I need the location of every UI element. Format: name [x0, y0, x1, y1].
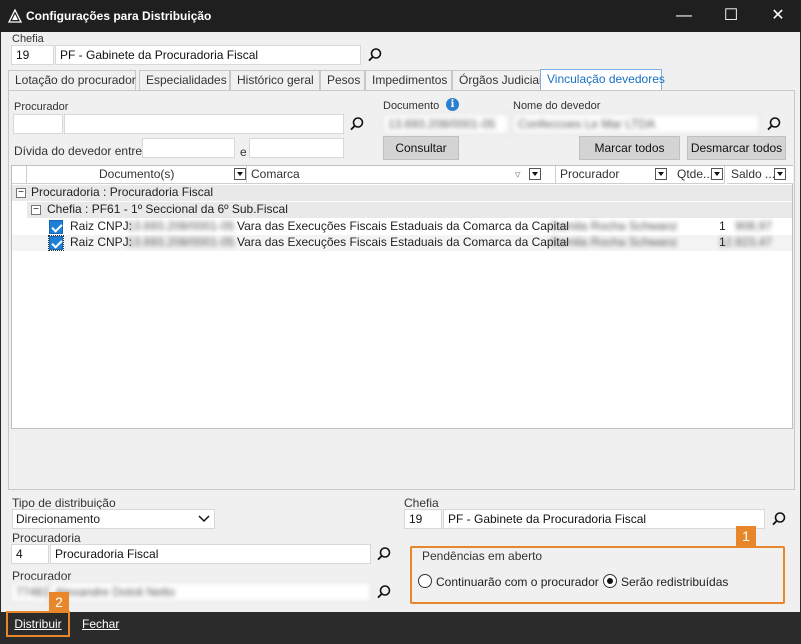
search-icon[interactable]	[765, 115, 783, 133]
documento-label: Documento	[383, 100, 440, 112]
radio-redistribuidas[interactable]	[603, 574, 617, 588]
row-qtde: 1	[719, 219, 726, 233]
row-procurador: Camila Rocha Schwanz	[550, 219, 678, 233]
row-doc: 13.693.208/0001-05	[127, 235, 235, 249]
procuradoria-label: Procuradoria	[12, 531, 81, 545]
procurador-name-input[interactable]	[64, 114, 344, 134]
annotation-badge-1: 1	[736, 526, 756, 546]
tab-orgaos[interactable]: Órgãos Judiciais	[452, 70, 548, 90]
chefia-label: Chefia	[12, 33, 44, 45]
row-doc-prefix: Raiz CNPJ:	[70, 219, 133, 233]
grid-header-comarca-label: Comarca	[251, 167, 300, 181]
devedores-grid: Documento(s) Comarca ▿ Procurador Qtde..…	[11, 165, 793, 429]
chefia-name-input[interactable]: PF - Gabinete da Procuradoria Fiscal	[55, 45, 361, 65]
group-row-procuradoria[interactable]: − Procuradoria : Procuradoria Fiscal	[12, 185, 792, 201]
minimize-button[interactable]: —	[661, 0, 707, 32]
tipo-distribuicao-label: Tipo de distribuição	[12, 496, 116, 510]
title-bar: Configurações para Distribuição — ☐ ✕	[0, 0, 801, 32]
row-checkbox[interactable]	[48, 235, 64, 251]
grid-header-documentos[interactable]: Documento(s)	[27, 166, 247, 184]
nome-devedor-input[interactable]: Confeccoes Le Mar LTDA	[513, 114, 760, 134]
tab-especialidades[interactable]: Especialidades	[139, 70, 230, 90]
radio-continuarao-label[interactable]: Continuarão com o procurador	[436, 575, 599, 589]
divida-and-label: e	[240, 145, 247, 159]
radio-redistribuidas-label[interactable]: Serão redistribuídas	[621, 575, 728, 589]
grid-header-spacer	[12, 166, 27, 184]
annotation-badge-2: 2	[49, 592, 69, 612]
app-logo-icon	[8, 9, 22, 23]
group-row-chefia[interactable]: − Chefia : PF61 - 1º Seccional da 6º Sub…	[27, 202, 792, 218]
desmarcar-todos-button[interactable]: Desmarcar todos	[687, 136, 786, 160]
divida-from-input[interactable]	[142, 138, 235, 158]
grid-header-qtde-label: Qtde...	[677, 167, 714, 181]
row-saldo: 12.823,47	[718, 235, 772, 249]
collapse-icon[interactable]: −	[16, 188, 26, 198]
collapse-icon[interactable]: −	[31, 205, 41, 215]
grid-header-saldo-label: Saldo ...	[731, 167, 776, 181]
table-row[interactable]: Raiz CNPJ: 13.693.208/0001-05 Vara das E…	[12, 219, 792, 235]
row-saldo: 908,97	[735, 219, 772, 233]
tab-pesos[interactable]: Pesos	[320, 70, 365, 90]
tab-vinculacao[interactable]: Vinculação devedores	[540, 69, 665, 90]
row-procurador: Camila Rocha Schwanz	[550, 235, 678, 249]
close-button[interactable]: ✕	[755, 0, 801, 32]
documento-input[interactable]: 13.693.208/0001-05	[383, 114, 509, 134]
group-procuradoria-label: Procuradoria : Procuradoria Fiscal	[31, 185, 214, 199]
radio-continuarao[interactable]	[418, 574, 432, 588]
row-doc-prefix: Raiz CNPJ:	[70, 235, 133, 249]
chevron-down-icon[interactable]	[655, 168, 667, 180]
chefia-code-input[interactable]: 19	[11, 45, 54, 65]
search-icon[interactable]	[375, 583, 393, 601]
fechar-button[interactable]: Fechar	[77, 614, 124, 636]
procuradoria-code-input[interactable]: 4	[11, 544, 49, 564]
search-icon[interactable]	[770, 510, 788, 528]
grid-header-documentos-label: Documento(s)	[99, 167, 175, 181]
chefia-dist-label: Chefia	[404, 496, 439, 510]
maximize-button[interactable]: ☐	[708, 0, 754, 32]
procuradoria-name-input[interactable]: Procuradoria Fiscal	[50, 544, 371, 564]
chefia-dist-code-input[interactable]: 19	[404, 509, 442, 529]
info-icon[interactable]: i	[446, 98, 459, 111]
window-title: Configurações para Distribuição	[26, 9, 212, 23]
filter-icon[interactable]: ▿	[515, 168, 521, 181]
procurador-code-input[interactable]	[13, 114, 63, 134]
nome-devedor-label: Nome do devedor	[513, 100, 601, 112]
row-doc: 13.693.208/0001-05	[127, 219, 235, 233]
procurador-name-field[interactable]: Alexandre Dotoli Netto	[50, 582, 371, 602]
search-icon[interactable]	[366, 46, 384, 64]
tipo-distribuicao-select[interactable]: Direcionamento	[12, 509, 215, 529]
search-icon[interactable]	[375, 545, 393, 563]
divida-to-input[interactable]	[249, 138, 344, 158]
row-checkbox[interactable]	[49, 220, 63, 234]
row-comarca: Vara das Execuções Fiscais Estaduais da …	[237, 219, 569, 233]
consultar-button[interactable]: Consultar	[383, 136, 459, 160]
chevron-down-icon[interactable]	[234, 168, 246, 180]
row-comarca: Vara das Execuções Fiscais Estaduais da …	[237, 235, 569, 249]
tab-impedimentos[interactable]: Impedimentos	[365, 70, 452, 90]
grid-header-procurador-label: Procurador	[560, 167, 620, 181]
procurador-filter-label: Procurador	[14, 101, 69, 113]
group-chefia-label: Chefia : PF61 - 1º Seccional da 6º Sub.F…	[47, 202, 288, 216]
procurador-code-field[interactable]: 77481	[11, 582, 49, 602]
chevron-down-icon[interactable]	[529, 168, 541, 180]
divida-label: Dívida do devedor entre	[14, 144, 143, 158]
tab-lotacao[interactable]: Lotação do procurador	[8, 70, 136, 90]
distribuir-button[interactable]: Distribuir	[6, 611, 70, 637]
search-icon[interactable]	[348, 115, 366, 133]
procurador-label: Procurador	[12, 569, 72, 583]
marcar-todos-button[interactable]: Marcar todos	[579, 136, 680, 160]
chefia-dist-name-input[interactable]: PF - Gabinete da Procuradoria Fiscal	[443, 509, 765, 529]
chevron-down-icon	[198, 515, 210, 523]
tipo-distribuicao-value: Direcionamento	[16, 512, 101, 526]
tab-historico[interactable]: Histórico geral	[230, 70, 320, 90]
chevron-down-icon[interactable]	[774, 168, 786, 180]
table-row[interactable]: Raiz CNPJ: 13.693.208/0001-05 Vara das E…	[12, 235, 792, 251]
pendencias-label: Pendências em aberto	[420, 549, 545, 563]
chevron-down-icon[interactable]	[711, 168, 723, 180]
grid-header-comarca[interactable]: Comarca	[247, 166, 556, 184]
